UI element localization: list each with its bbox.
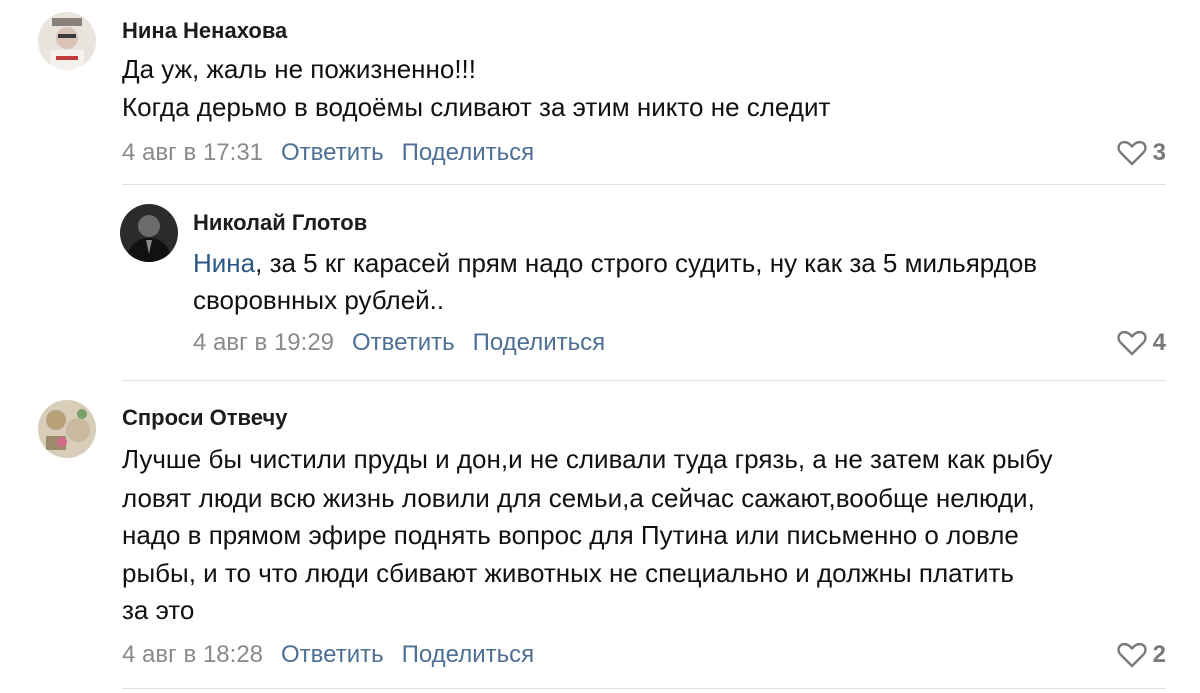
comment-text-line: рыбы, и то что люди сбивают животных не …: [122, 558, 1014, 588]
avatar-nina-image: [38, 12, 96, 70]
divider: [122, 688, 1166, 689]
comment-text-line: Нина, за 5 кг карасей прям надо строго с…: [193, 245, 1037, 282]
comment-meta: 4 авг в 19:29 Ответить Поделиться: [193, 329, 623, 357]
like-button[interactable]: 4: [1117, 329, 1166, 357]
share-button[interactable]: Поделиться: [402, 641, 535, 669]
avatar-nikolay-image: [120, 204, 178, 262]
comment-date[interactable]: 4 авг в 19:29: [193, 329, 334, 357]
heart-outline-icon: [1117, 642, 1147, 668]
like-count: 2: [1152, 641, 1166, 668]
comment-author[interactable]: Николай Глотов: [193, 210, 367, 236]
comment-meta: 4 авг в 18:28 Ответить Поделиться: [122, 641, 552, 669]
reply-button[interactable]: Ответить: [281, 139, 384, 167]
comment-date[interactable]: 4 авг в 18:28: [122, 641, 263, 669]
heart-outline-icon: [1117, 140, 1147, 166]
like-button[interactable]: 2: [1117, 641, 1166, 669]
divider: [122, 380, 1166, 381]
comment-text-line: Когда дерьмо в водоёмы сливают за этим н…: [122, 92, 831, 122]
avatar-sprosi[interactable]: [38, 400, 96, 458]
comment-date[interactable]: 4 авг в 17:31: [122, 139, 263, 167]
share-button[interactable]: Поделиться: [473, 329, 606, 357]
comment-text-line: Лучше бы чистили пруды и дон,и не сливал…: [122, 444, 1053, 474]
comment-text-line: ловят люди всю жизнь ловили для семьи,а …: [122, 483, 1035, 513]
heart-outline-icon: [1117, 330, 1147, 356]
divider: [122, 184, 1166, 185]
share-button[interactable]: Поделиться: [402, 139, 535, 167]
comment-text-line: надо в прямом эфире поднять вопрос для П…: [122, 520, 1019, 550]
like-count: 4: [1152, 329, 1166, 356]
comment-text-line: Да уж, жаль не пожизненно!!!: [122, 54, 477, 84]
comment-text-line: за это: [122, 595, 195, 625]
comment-author[interactable]: Спроси Отвечу: [122, 405, 287, 431]
mention-link[interactable]: Нина: [193, 248, 255, 278]
comment-text-rest: , за 5 кг карасей прям надо строго судит…: [255, 248, 1038, 278]
like-button[interactable]: 3: [1117, 139, 1166, 167]
comment-text-line: своровнных рублей..: [193, 285, 445, 315]
avatar-nikolay[interactable]: [120, 204, 178, 262]
comment-author[interactable]: Нина Ненахова: [122, 18, 287, 44]
avatar-nina[interactable]: [38, 12, 96, 70]
comment-meta: 4 авг в 17:31 Ответить Поделиться: [122, 139, 552, 167]
avatar-sprosi-image: [38, 400, 96, 458]
like-count: 3: [1152, 139, 1166, 166]
reply-button[interactable]: Ответить: [352, 329, 455, 357]
reply-button[interactable]: Ответить: [281, 641, 384, 669]
